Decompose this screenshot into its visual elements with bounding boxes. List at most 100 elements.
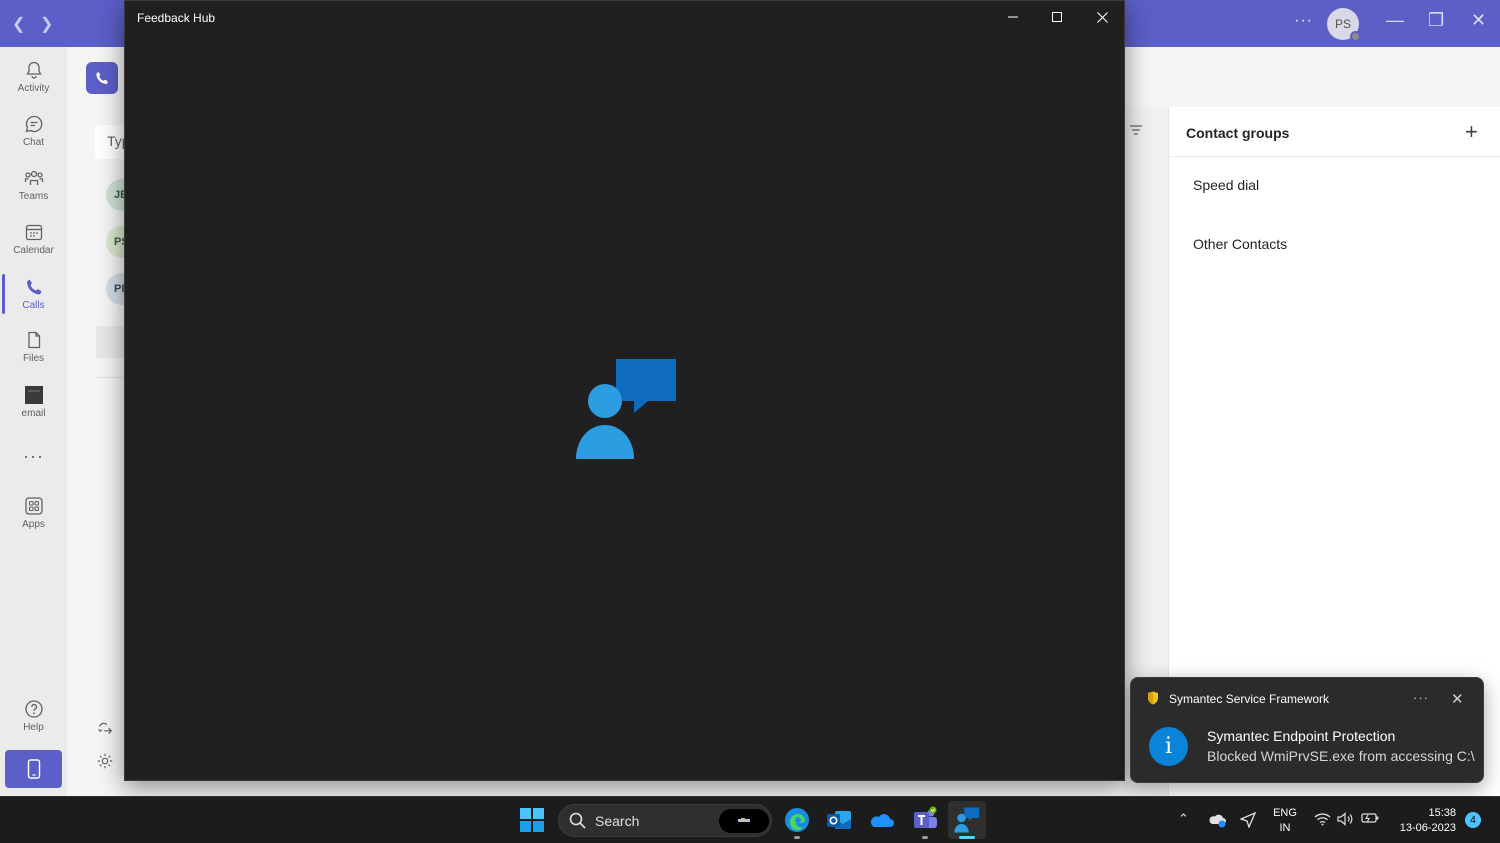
info-icon: i (1149, 727, 1188, 766)
notification-toast[interactable]: Symantec Service Framework ··· ✕ i Syman… (1130, 677, 1484, 783)
maximize-icon (1052, 12, 1062, 22)
settings-gear-icon[interactable] (96, 752, 114, 770)
outlook-icon (827, 811, 851, 829)
teams-icon (24, 170, 43, 185)
taskbar-onedrive-app[interactable] (867, 805, 897, 835)
close-icon (1096, 11, 1108, 23)
presence-status-icon (1350, 31, 1361, 42)
close-button[interactable] (1087, 7, 1117, 27)
rail-item-chat[interactable]: Chat (0, 106, 67, 156)
phone-icon (26, 279, 41, 295)
maximize-button[interactable] (1042, 7, 1072, 27)
language-code: ENG (1273, 807, 1297, 819)
group-item-speed-dial[interactable]: Speed dial (1193, 177, 1259, 193)
system-clock[interactable]: 15:38 13-06-2023 (1388, 806, 1456, 836)
calls-app-icon (86, 62, 118, 94)
region-code: IN (1279, 822, 1291, 834)
more-options-icon[interactable]: ··· (1294, 12, 1313, 30)
forward-arrow-icon[interactable]: ❯ (40, 14, 53, 34)
contact-initials: PI (114, 283, 125, 295)
file-icon (27, 331, 40, 349)
onedrive-tray-icon[interactable] (1209, 812, 1227, 828)
battery-icon[interactable] (1361, 812, 1379, 824)
running-indicator (794, 836, 800, 839)
taskbar-search-box[interactable]: Search (558, 804, 772, 837)
email-app-icon (24, 386, 43, 404)
call-forwarding-icon[interactable] (96, 720, 114, 738)
rail-item-help[interactable]: Help (0, 691, 67, 741)
rail-label: Teams (18, 191, 49, 202)
wifi-icon[interactable] (1314, 812, 1331, 826)
taskbar-edge-app[interactable] (782, 805, 812, 839)
ellipsis-icon: ··· (23, 445, 44, 466)
rail-item-activity[interactable]: Activity (0, 52, 67, 102)
search-icon (569, 812, 586, 829)
chat-icon (25, 115, 42, 133)
rail-item-teams[interactable]: Teams (0, 160, 67, 210)
calendar-icon (25, 224, 42, 241)
windows-start-icon[interactable] (520, 808, 544, 832)
rail-label: Help (23, 722, 44, 733)
feedback-hub-logo-icon (576, 359, 676, 459)
toast-message: Blocked WmiPrvSE.exe from accessing C:\ (1207, 748, 1475, 764)
profile-avatar[interactable]: PS (1327, 8, 1361, 42)
search-label: Search (595, 813, 640, 829)
edge-browser-icon (785, 808, 809, 832)
phone-icon (96, 72, 108, 84)
taskbar-outlook-app[interactable] (824, 805, 854, 835)
notification-count-badge[interactable]: 4 (1465, 812, 1481, 828)
mobile-phone-icon (27, 759, 40, 779)
divider (1169, 156, 1500, 157)
back-arrow-icon[interactable]: ❮ (12, 14, 25, 34)
feedback-hub-window: Feedback Hub (124, 0, 1125, 781)
window-title: Feedback Hub (137, 11, 216, 25)
windows-taskbar: Search ⌃ ENG IN 15:38 13-06-2023 4 (0, 796, 1500, 843)
running-indicator (959, 836, 975, 839)
more-apps-button[interactable]: ··· (0, 431, 67, 481)
get-mobile-app-button[interactable] (5, 750, 62, 788)
teams-app-icon (914, 806, 937, 828)
feedback-hub-taskbar-icon (954, 807, 980, 833)
rail-label: Chat (22, 137, 45, 148)
taskbar-feedback-hub-app[interactable] (948, 801, 986, 839)
rail-label: Calendar (13, 245, 54, 256)
rail-item-calls[interactable]: Calls (0, 269, 67, 319)
apps-icon (24, 497, 43, 515)
group-item-other-contacts[interactable]: Other Contacts (1193, 236, 1287, 252)
volume-icon[interactable] (1337, 812, 1353, 826)
teams-close-button[interactable]: ✕ (1471, 10, 1486, 31)
rail-item-email[interactable]: email (0, 377, 67, 427)
rail-label: Files (22, 353, 45, 364)
search-highlight-icon (738, 818, 750, 822)
search-highlight-image (719, 809, 769, 833)
location-arrow-icon[interactable] (1240, 812, 1256, 828)
rail-label: Apps (22, 519, 45, 530)
rail-item-files[interactable]: Files (0, 322, 67, 372)
toast-title: Symantec Endpoint Protection (1207, 728, 1396, 744)
show-hidden-icons-chevron-icon[interactable]: ⌃ (1178, 811, 1189, 827)
rail-item-calendar[interactable]: Calendar (0, 214, 67, 264)
rail-item-apps[interactable]: Apps (0, 488, 67, 538)
avatar-initials: PS (1334, 17, 1351, 31)
input-language-indicator[interactable]: ENG IN (1270, 806, 1300, 836)
taskbar-teams-app[interactable] (910, 805, 940, 839)
clock-date: 13-06-2023 (1399, 822, 1456, 834)
filter-icon[interactable] (1129, 124, 1143, 136)
running-indicator (922, 836, 928, 839)
minimize-icon (1008, 16, 1018, 18)
add-contact-group-icon[interactable]: + (1465, 119, 1478, 145)
teams-minimize-button[interactable]: — (1386, 10, 1404, 31)
rail-label: Activity (17, 83, 50, 94)
minimize-button[interactable] (998, 7, 1028, 27)
bell-icon (25, 61, 42, 79)
toast-more-options-icon[interactable]: ··· (1413, 690, 1429, 705)
contact-groups-header: Contact groups (1186, 125, 1290, 141)
rail-label: email (21, 408, 46, 419)
rail-label: Calls (22, 300, 45, 311)
toast-close-icon[interactable]: ✕ (1451, 690, 1464, 708)
app-rail: Activity Chat Teams Calendar Calls Files… (0, 47, 67, 796)
teams-restore-button[interactable]: ❐ (1428, 10, 1444, 31)
symantec-shield-icon (1148, 691, 1158, 705)
onedrive-cloud-icon (870, 814, 894, 827)
notification-count: 4 (1470, 814, 1476, 826)
